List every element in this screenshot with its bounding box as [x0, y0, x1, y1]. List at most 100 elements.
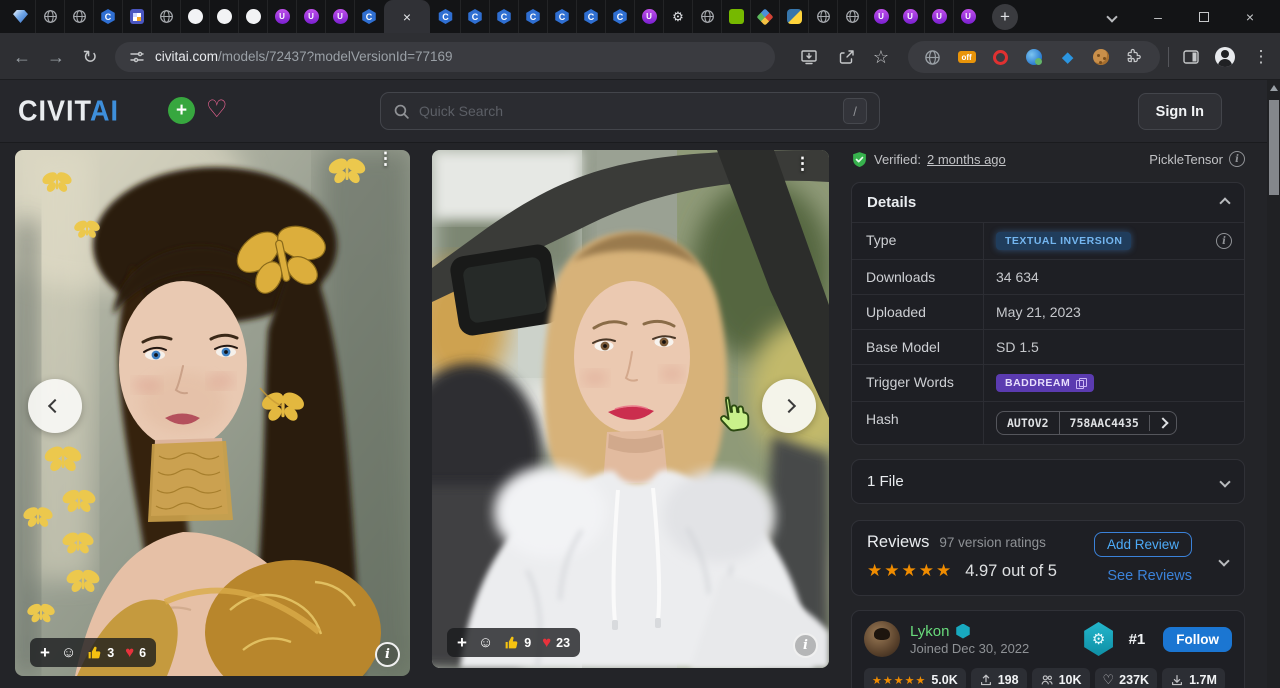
pinned-tab-purple-u-icon[interactable]: U: [296, 0, 325, 33]
image-menu-kebab-icon[interactable]: ⋮: [377, 154, 394, 165]
support-heart-icon[interactable]: ♡: [206, 95, 228, 124]
hash-algo[interactable]: AUTOV2: [997, 412, 1059, 434]
see-reviews-link[interactable]: See Reviews: [1107, 568, 1192, 584]
files-accordion[interactable]: 1 File: [851, 459, 1245, 504]
side-panel-icon[interactable]: [1180, 46, 1202, 68]
scrollbar-thumb[interactable]: [1269, 100, 1279, 195]
minimize-button[interactable]: –: [1150, 9, 1166, 25]
pinned-tab-globe-icon[interactable]: [64, 0, 93, 33]
pinned-tab-civitai-icon[interactable]: C: [489, 0, 518, 33]
pinned-tab-civitai-icon[interactable]: C: [460, 0, 489, 33]
pinned-tab-civitai-icon[interactable]: C: [431, 0, 460, 33]
pinned-tab-github-icon[interactable]: [180, 0, 209, 33]
thumbs-up-reaction[interactable]: 3: [87, 645, 114, 660]
carousel-prev-button[interactable]: [28, 379, 82, 433]
pinned-tab-civitai-icon[interactable]: C: [547, 0, 576, 33]
pinned-tab-purple-u-icon[interactable]: U: [953, 0, 982, 33]
restore-button[interactable]: [1196, 9, 1212, 25]
quick-search[interactable]: /: [380, 92, 880, 130]
profile-avatar-icon[interactable]: [1214, 46, 1236, 68]
trigger-word-badge[interactable]: BADDREAM: [996, 374, 1094, 392]
image-info-button[interactable]: i: [793, 633, 818, 658]
site-info-icon[interactable]: [129, 49, 145, 65]
extension-globe-icon[interactable]: [923, 47, 943, 67]
pinned-tab-globe-icon[interactable]: [151, 0, 180, 33]
civitai-logo[interactable]: CIVITAI: [18, 95, 119, 128]
creator-avatar[interactable]: [864, 621, 900, 657]
pinned-tab-civitai-icon[interactable]: C: [518, 0, 547, 33]
close-window-button[interactable]: ×: [1242, 9, 1258, 25]
details-header[interactable]: Details: [852, 183, 1244, 222]
pinned-tab-civitai-icon[interactable]: C: [576, 0, 605, 33]
forward-button[interactable]: →: [44, 45, 68, 69]
hash-expand-chevron-icon[interactable]: [1149, 415, 1176, 431]
pinned-tab-globe-icon[interactable]: [837, 0, 866, 33]
file-format-info-icon[interactable]: i: [1229, 151, 1245, 167]
pinned-tab-purple-u-icon[interactable]: U: [866, 0, 895, 33]
carousel-next-button[interactable]: [762, 379, 816, 433]
pinned-tab-globe-icon[interactable]: [808, 0, 837, 33]
heart-reaction[interactable]: ♥ 23: [542, 634, 570, 651]
extension-cookie-icon[interactable]: [1091, 47, 1111, 67]
search-input[interactable]: [419, 103, 834, 119]
pinned-tab-github-icon[interactable]: [238, 0, 267, 33]
browser-menu-kebab-icon[interactable]: ⋮: [1250, 46, 1272, 68]
type-info-icon[interactable]: i: [1216, 233, 1232, 249]
active-tab[interactable]: ×: [384, 0, 430, 33]
add-reaction-button[interactable]: +: [457, 633, 467, 653]
sign-in-button[interactable]: Sign In: [1138, 93, 1222, 130]
pinned-tab-gem-icon[interactable]: [6, 0, 35, 33]
image-menu-kebab-icon[interactable]: ⋮: [794, 159, 811, 170]
tab-close-icon[interactable]: ×: [403, 10, 411, 24]
pinned-tab-globe-icon[interactable]: [35, 0, 64, 33]
bookmark-star-icon[interactable]: ☆: [870, 46, 892, 68]
verified-time-link[interactable]: 2 months ago: [927, 152, 1006, 167]
pinned-tab-multi-diamond-icon[interactable]: [750, 0, 779, 33]
heart-reaction[interactable]: ♥ 6: [125, 644, 146, 661]
pinned-tab-nvidia-icon[interactable]: [721, 0, 750, 33]
page-scrollbar[interactable]: [1267, 80, 1280, 688]
pinned-tab-calculator-icon[interactable]: [122, 0, 151, 33]
thumbs-up-reaction[interactable]: 9: [504, 635, 531, 650]
collapse-chevron-icon[interactable]: [1219, 197, 1230, 208]
gallery-image-left[interactable]: ⋮ + ☺ 3 ♥ 6 i: [15, 150, 410, 676]
new-tab-button[interactable]: +: [992, 4, 1018, 30]
extension-diamond-icon[interactable]: ◆: [1058, 47, 1078, 67]
pinned-tab-civitai-icon[interactable]: C: [605, 0, 634, 33]
pinned-tab-gear-icon[interactable]: ⚙: [663, 0, 692, 33]
add-reaction-button[interactable]: +: [40, 643, 50, 663]
creator-uploads-stat[interactable]: 198: [971, 668, 1027, 688]
pinned-tab-purple-u-icon[interactable]: U: [634, 0, 663, 33]
pinned-tab-purple-u-icon[interactable]: U: [267, 0, 296, 33]
pinned-tab-github-icon[interactable]: [209, 0, 238, 33]
creator-name-link[interactable]: Lykon: [910, 623, 949, 640]
pinned-tab-globe-icon[interactable]: [692, 0, 721, 33]
create-button[interactable]: +: [168, 97, 195, 124]
copy-icon[interactable]: [1076, 378, 1085, 388]
extensions-puzzle-icon[interactable]: [1125, 47, 1145, 67]
tab-search-chevron-icon[interactable]: [1104, 9, 1120, 25]
add-review-button[interactable]: Add Review: [1094, 532, 1192, 557]
share-icon[interactable]: [836, 46, 858, 68]
creator-rating-stat[interactable]: ★★★★★ 5.0K: [864, 668, 966, 688]
expand-chevron-icon[interactable]: [1219, 476, 1230, 487]
creator-likes-stat[interactable]: ♡ 237K: [1095, 668, 1158, 688]
extension-earth-icon[interactable]: [1024, 47, 1044, 67]
extension-opera-icon[interactable]: [990, 47, 1010, 67]
image-info-button[interactable]: i: [375, 642, 400, 667]
pinned-tab-purple-u-icon[interactable]: U: [924, 0, 953, 33]
gallery-image-center[interactable]: ⋮ + ☺ 9 ♥ 23 i: [432, 150, 829, 668]
pinned-tab-purple-u-icon[interactable]: U: [895, 0, 924, 33]
extension-vpn-off-icon[interactable]: off: [957, 47, 977, 67]
scroll-up-arrow[interactable]: [1270, 85, 1278, 91]
pinned-tab-python-icon[interactable]: [779, 0, 808, 33]
creator-followers-stat[interactable]: 10K: [1032, 668, 1090, 688]
emoji-reaction-icon[interactable]: ☺: [478, 634, 493, 651]
back-button[interactable]: ←: [10, 45, 34, 69]
creator-downloads-stat[interactable]: 1.7M: [1162, 668, 1225, 688]
install-app-icon[interactable]: [798, 46, 820, 68]
hash-pill[interactable]: AUTOV2 758AAC4435: [996, 411, 1177, 435]
emoji-reaction-icon[interactable]: ☺: [61, 644, 76, 661]
pinned-tab-civitai-icon[interactable]: C: [354, 0, 383, 33]
follow-button[interactable]: Follow: [1163, 627, 1232, 652]
